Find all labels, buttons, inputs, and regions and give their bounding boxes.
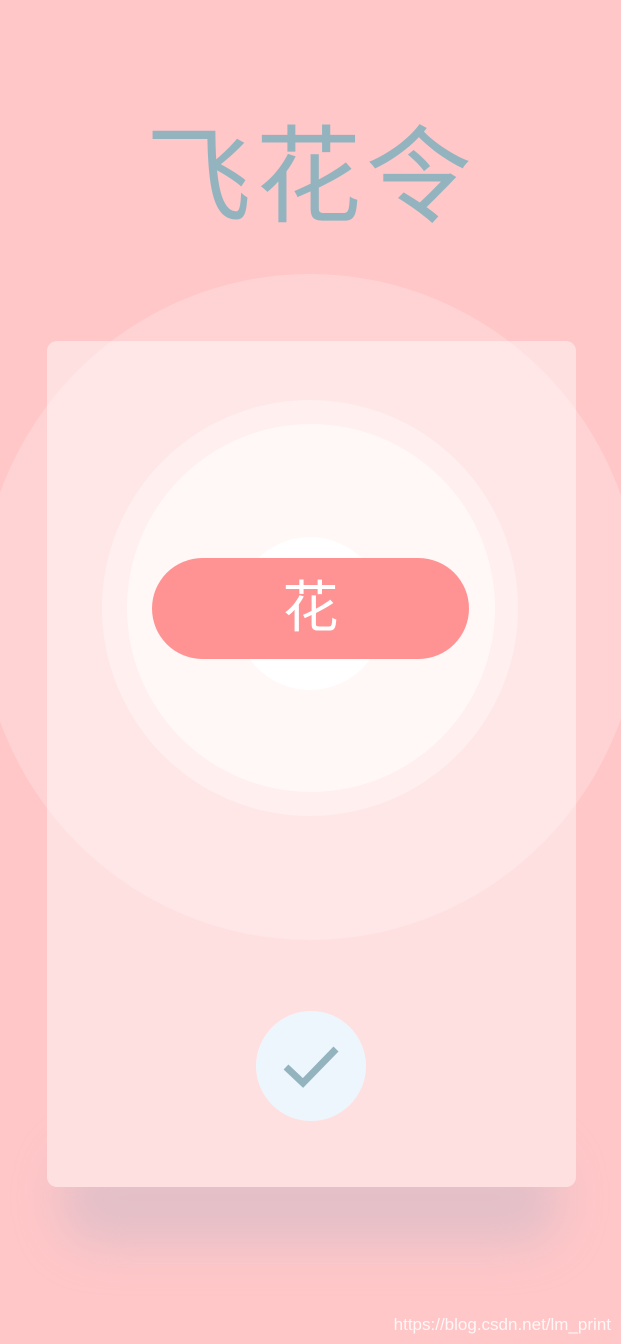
keyword-button[interactable]: 花 bbox=[152, 558, 469, 659]
game-screen: 飞花令 花 https://blog.csdn.net/lm_print bbox=[0, 0, 621, 1344]
check-icon bbox=[283, 1046, 339, 1088]
watermark: https://blog.csdn.net/lm_print bbox=[393, 1315, 611, 1334]
page-title: 飞花令 bbox=[145, 116, 476, 239]
confirm-button[interactable] bbox=[256, 1011, 366, 1121]
